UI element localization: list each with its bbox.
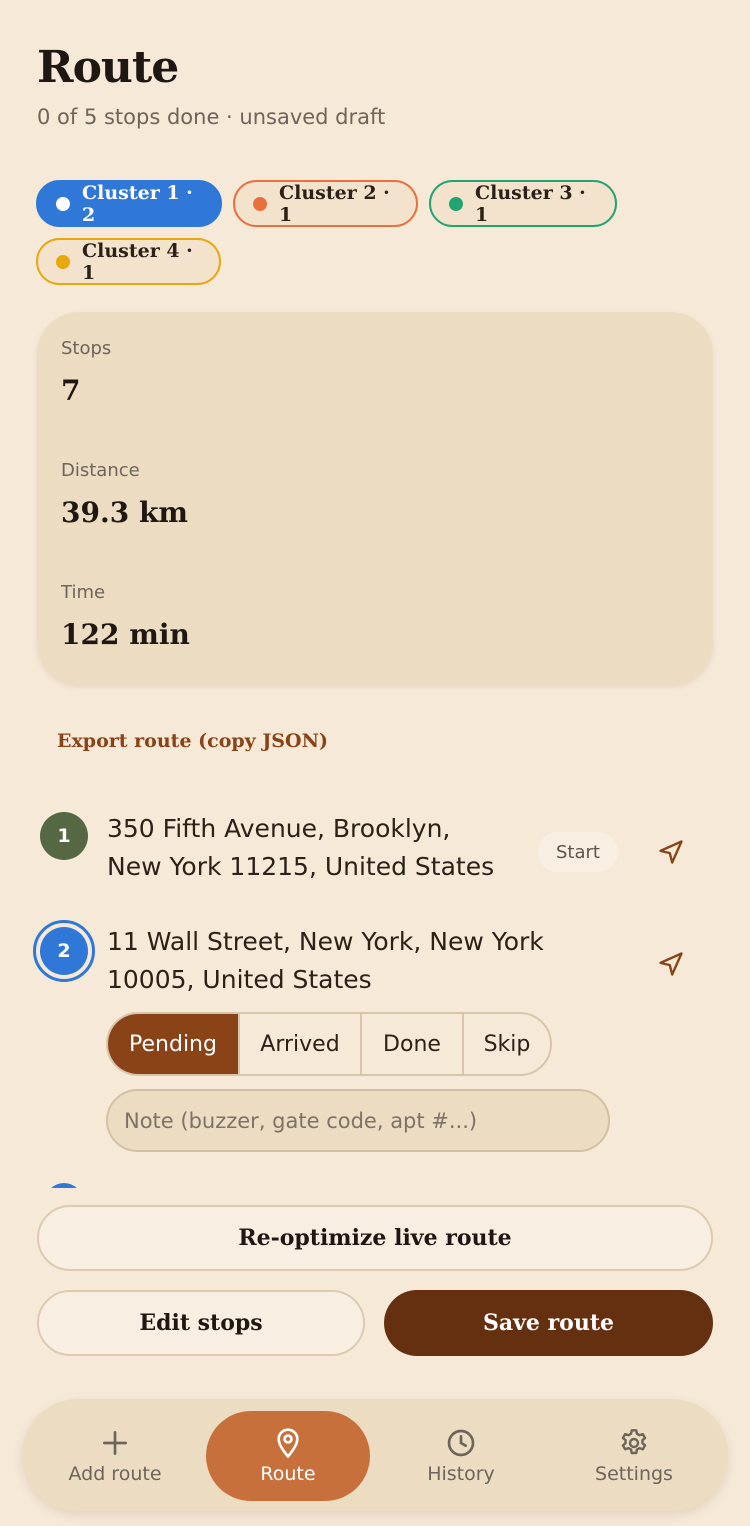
stop-address-line: New York 11215, United States [107, 852, 495, 881]
status-pending[interactable]: Pending [108, 1014, 238, 1074]
stops-value: 7 [61, 374, 81, 407]
cluster-dot-icon [56, 254, 70, 269]
tab-label: History [427, 1463, 495, 1485]
clock-icon [447, 1429, 475, 1457]
page-title: Route [37, 42, 179, 93]
time-label: Time [61, 582, 106, 603]
page-subtitle: 0 of 5 stops done · unsaved draft [37, 105, 386, 129]
bottom-tab-bar: Add route Route History Settings [22, 1399, 728, 1511]
cluster-dot-icon [449, 196, 463, 211]
cluster-chip-1[interactable]: Cluster 1 · 2 [36, 180, 222, 227]
tab-history[interactable]: History [379, 1411, 543, 1501]
cluster-dot-icon [56, 196, 70, 211]
stop-status-segmented: Pending Arrived Done Skip [106, 1012, 552, 1076]
cluster-chip-label: Cluster 1 · 2 [82, 181, 193, 226]
cluster-chip-3[interactable]: Cluster 3 · 1 [429, 180, 617, 227]
stop-number-badge: 2 [40, 927, 88, 975]
navigate-icon[interactable] [657, 838, 685, 866]
tab-route[interactable]: Route [206, 1411, 370, 1501]
status-arrived[interactable]: Arrived [238, 1014, 360, 1074]
cluster-chip-label: Cluster 2 · 1 [279, 181, 390, 226]
export-route-link[interactable]: Export route (copy JSON) [57, 730, 328, 752]
time-value: 122 min [61, 618, 190, 651]
stop-address: 11 Wall Street, New York, New York 10005… [107, 923, 544, 999]
cluster-chip-label: Cluster 4 · 1 [82, 239, 193, 284]
tab-add-route[interactable]: Add route [33, 1411, 197, 1501]
start-badge: Start [538, 832, 618, 872]
tab-label: Add route [68, 1463, 162, 1485]
stops-label: Stops [61, 338, 112, 359]
status-skip[interactable]: Skip [462, 1014, 550, 1074]
cluster-chip-4[interactable]: Cluster 4 · 1 [36, 238, 221, 285]
tab-settings[interactable]: Settings [552, 1411, 716, 1501]
cluster-chip-2[interactable]: Cluster 2 · 1 [233, 180, 418, 227]
save-route-button[interactable]: Save route [384, 1290, 713, 1356]
stop-address-line: 11 Wall Street, New York, New York [107, 927, 544, 956]
plus-icon [103, 1431, 127, 1455]
stop-address-line: 350 Fifth Avenue, Brooklyn, [107, 814, 451, 843]
navigate-icon[interactable] [657, 950, 685, 978]
stop-address-line: 10005, United States [107, 965, 372, 994]
edit-stops-button[interactable]: Edit stops [37, 1290, 365, 1356]
cluster-dot-icon [253, 196, 267, 211]
distance-label: Distance [61, 460, 140, 481]
map-pin-icon [277, 1428, 299, 1459]
reoptimize-button[interactable]: Re-optimize live route [37, 1205, 713, 1271]
route-stats-card: Stops 7 Distance 39.3 km Time 122 min [37, 312, 713, 684]
tab-label: Settings [595, 1463, 673, 1485]
stop-number-badge: 1 [40, 812, 88, 860]
stop-address: 350 Fifth Avenue, Brooklyn, New York 112… [107, 810, 494, 886]
gear-icon [621, 1429, 647, 1455]
cluster-chip-label: Cluster 3 · 1 [475, 181, 586, 226]
stop-note-input[interactable] [106, 1089, 610, 1152]
tab-label: Route [260, 1463, 316, 1485]
status-done[interactable]: Done [360, 1014, 462, 1074]
distance-value: 39.3 km [61, 496, 188, 529]
